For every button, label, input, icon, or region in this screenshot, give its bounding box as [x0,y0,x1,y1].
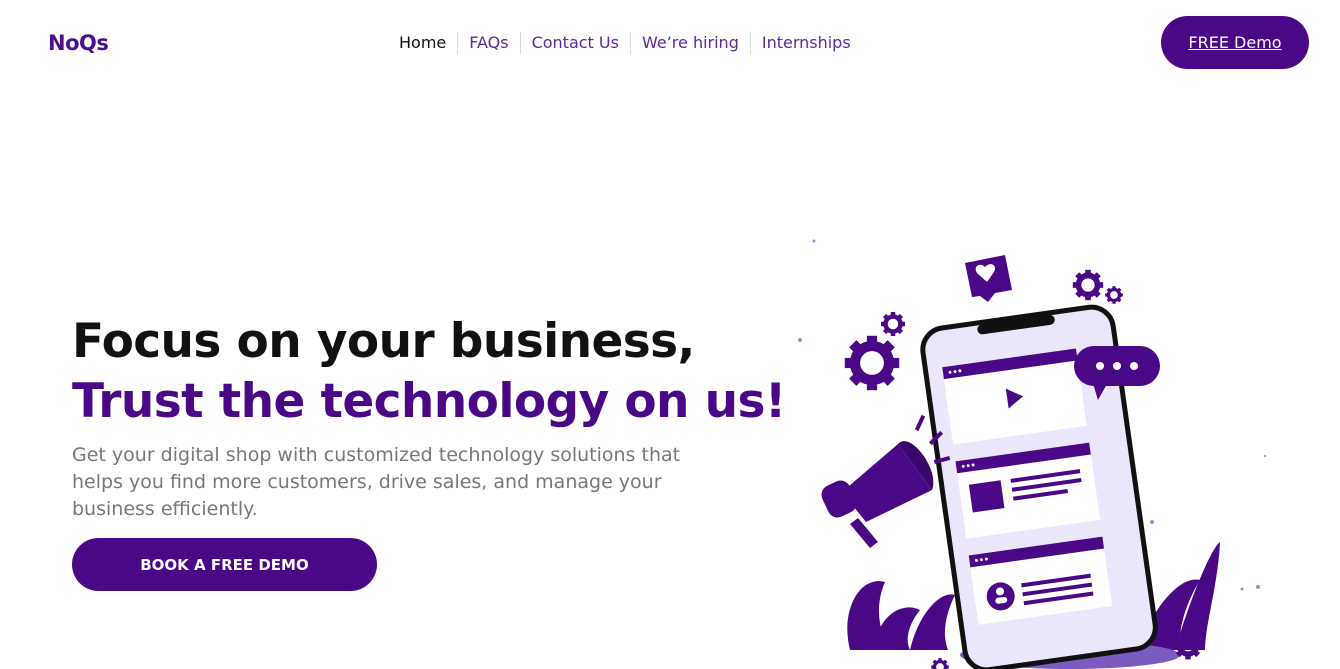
megaphone-icon [821,414,951,548]
hero-title-line2: Trust the technology on us! [72,374,786,429]
gear-icon [929,656,951,669]
hero-title-line1: Focus on your business, [72,314,695,369]
hero-illustration [798,239,1266,669]
nav-home[interactable]: Home [388,32,459,54]
main-nav: Home FAQs Contact Us We’re hiring Intern… [388,30,862,56]
nav-faqs[interactable]: FAQs [458,32,521,54]
book-free-demo-button[interactable]: BOOK A FREE DEMO [72,538,377,591]
gear-icon [881,312,905,336]
gear-icon [845,336,899,390]
free-demo-button[interactable]: FREE Demo [1161,16,1309,69]
heart-message-icon [965,255,1012,302]
logo[interactable]: NoQs [48,31,109,55]
nav-internships[interactable]: Internships [751,32,862,54]
site-header: NoQs Home FAQs Contact Us We’re hiring I… [0,0,1340,86]
gear-icon [1103,284,1125,306]
gear-icon [1073,270,1103,300]
nav-contact-us[interactable]: Contact Us [521,32,631,54]
hero-subtitle: Get your digital shop with customized te… [72,444,681,520]
nav-were-hiring[interactable]: We’re hiring [631,32,751,54]
